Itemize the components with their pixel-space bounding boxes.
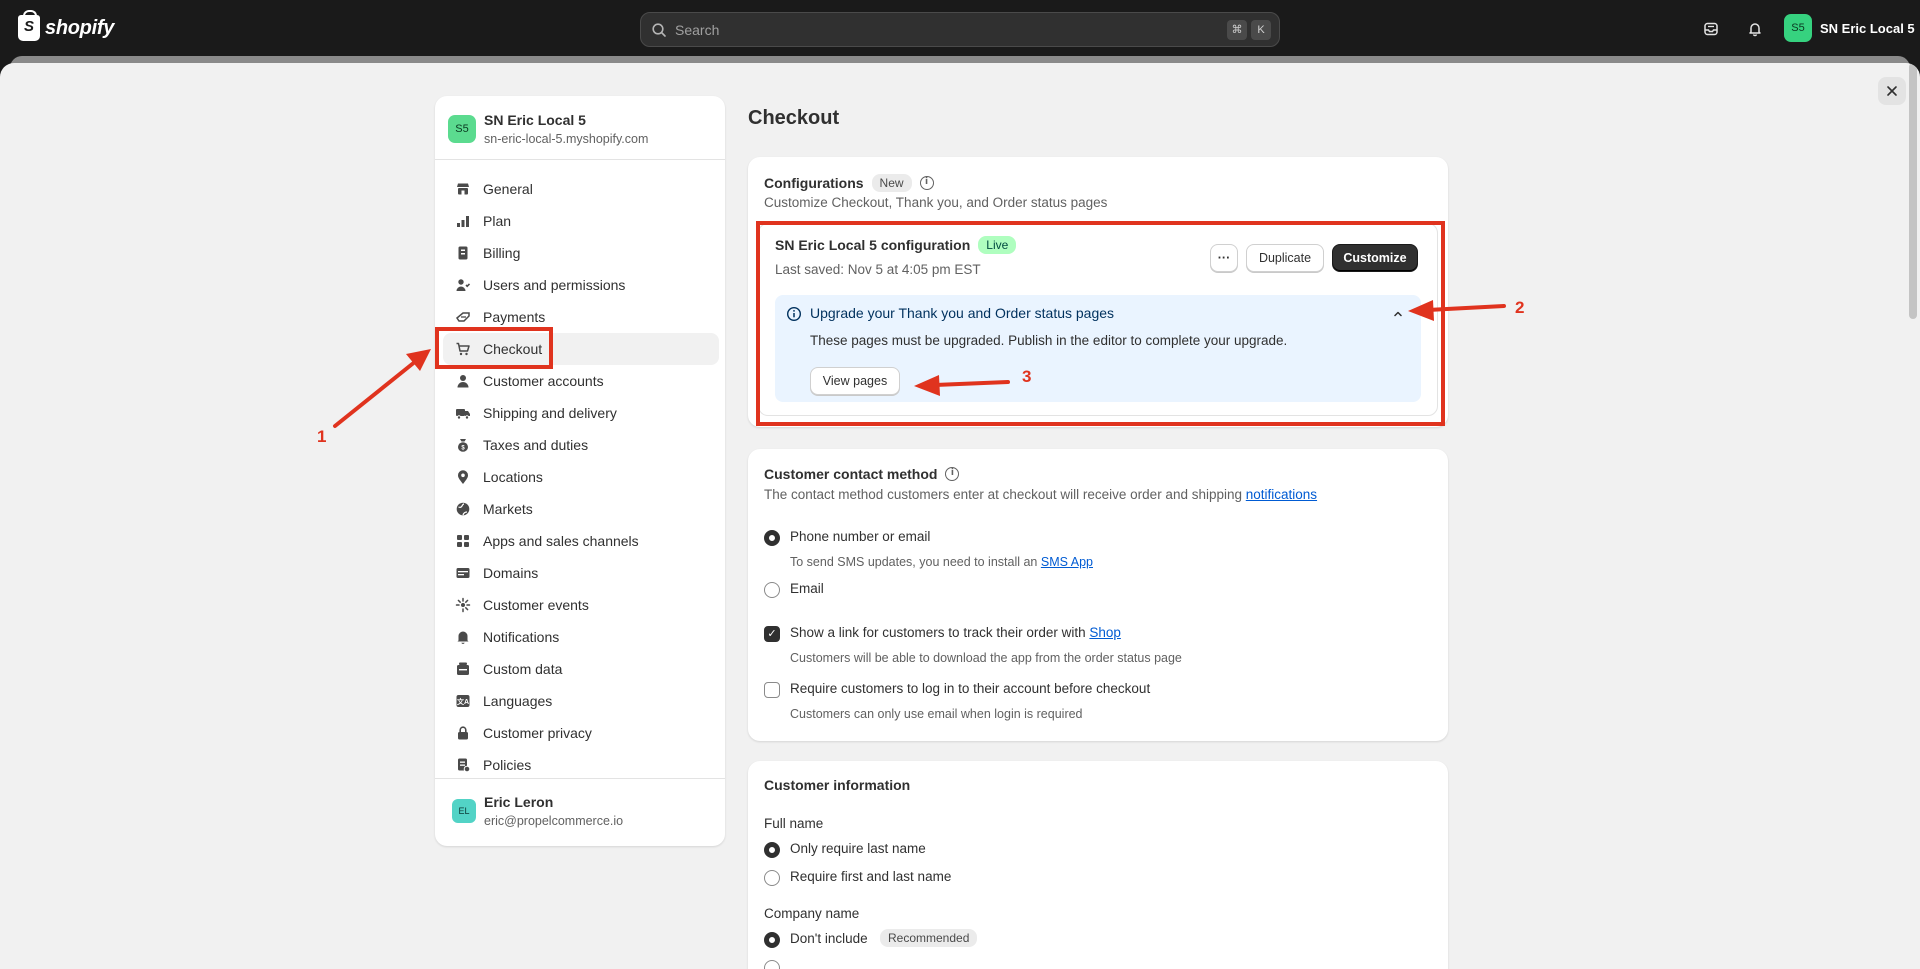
arrow-1-shaft xyxy=(333,359,418,428)
arrow-3-head xyxy=(914,375,940,396)
arrow-2-shaft xyxy=(1426,304,1506,312)
arrow-2-head xyxy=(1408,300,1434,321)
arrow-3-shaft xyxy=(933,380,1010,387)
annotation-arrows xyxy=(333,300,1506,428)
